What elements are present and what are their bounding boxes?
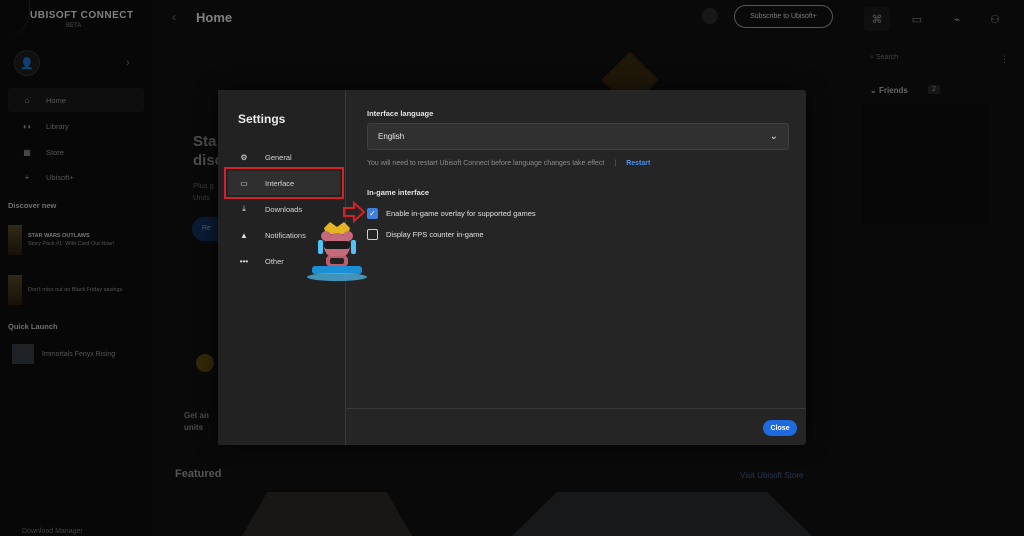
language-select-value: English	[378, 132, 405, 141]
restart-note: You will need to restart Ubisoft Connect…	[367, 160, 650, 167]
overlay-option[interactable]: ✓ Enable in-game overlay for supported g…	[367, 208, 536, 219]
overlay-option-label: Enable in-game overlay for supported gam…	[386, 209, 536, 218]
settings-item-label: Notifications	[265, 230, 306, 240]
ingame-interface-label: In-game interface	[367, 188, 430, 197]
annotation-arrow-icon	[343, 200, 366, 224]
settings-item-label: Other	[265, 256, 284, 266]
separator: |	[614, 160, 617, 167]
settings-item-general[interactable]: ⚙ General	[228, 145, 340, 169]
bell-icon: ▲	[240, 230, 248, 240]
close-button[interactable]: Close	[763, 420, 797, 436]
monitor-icon: ▭	[240, 178, 248, 188]
gear-icon: ⚙	[240, 152, 248, 162]
chevron-down-icon: ⌄	[769, 131, 778, 142]
settings-item-downloads[interactable]: ⤓ Downloads	[228, 197, 340, 221]
overlay-checkbox[interactable]: ✓	[367, 208, 378, 219]
checkmark-icon: ✓	[369, 209, 376, 218]
fps-counter-option[interactable]: Display FPS counter in-game	[367, 229, 484, 240]
settings-item-interface[interactable]: ▭ Interface	[224, 167, 344, 199]
app-window: UBISOFT CONNECT BETA 👤 › ⌂ Home ◖◗ Libra…	[0, 0, 1024, 536]
settings-item-label: Downloads	[265, 204, 303, 214]
download-icon: ⤓	[242, 204, 246, 213]
language-select[interactable]: English ⌄	[367, 123, 789, 150]
restart-link[interactable]: Restart	[626, 160, 650, 167]
interface-language-label: Interface language	[367, 109, 434, 118]
fps-counter-option-label: Display FPS counter in-game	[386, 230, 484, 239]
footer-divider	[346, 408, 806, 409]
settings-item-label: General	[265, 152, 292, 162]
mascot-sticker-icon	[307, 222, 367, 281]
settings-item-label: Interface	[265, 178, 295, 188]
more-icon: •••	[239, 256, 249, 266]
restart-note-text: You will need to restart Ubisoft Connect…	[367, 160, 605, 167]
settings-title: Settings	[238, 112, 286, 126]
